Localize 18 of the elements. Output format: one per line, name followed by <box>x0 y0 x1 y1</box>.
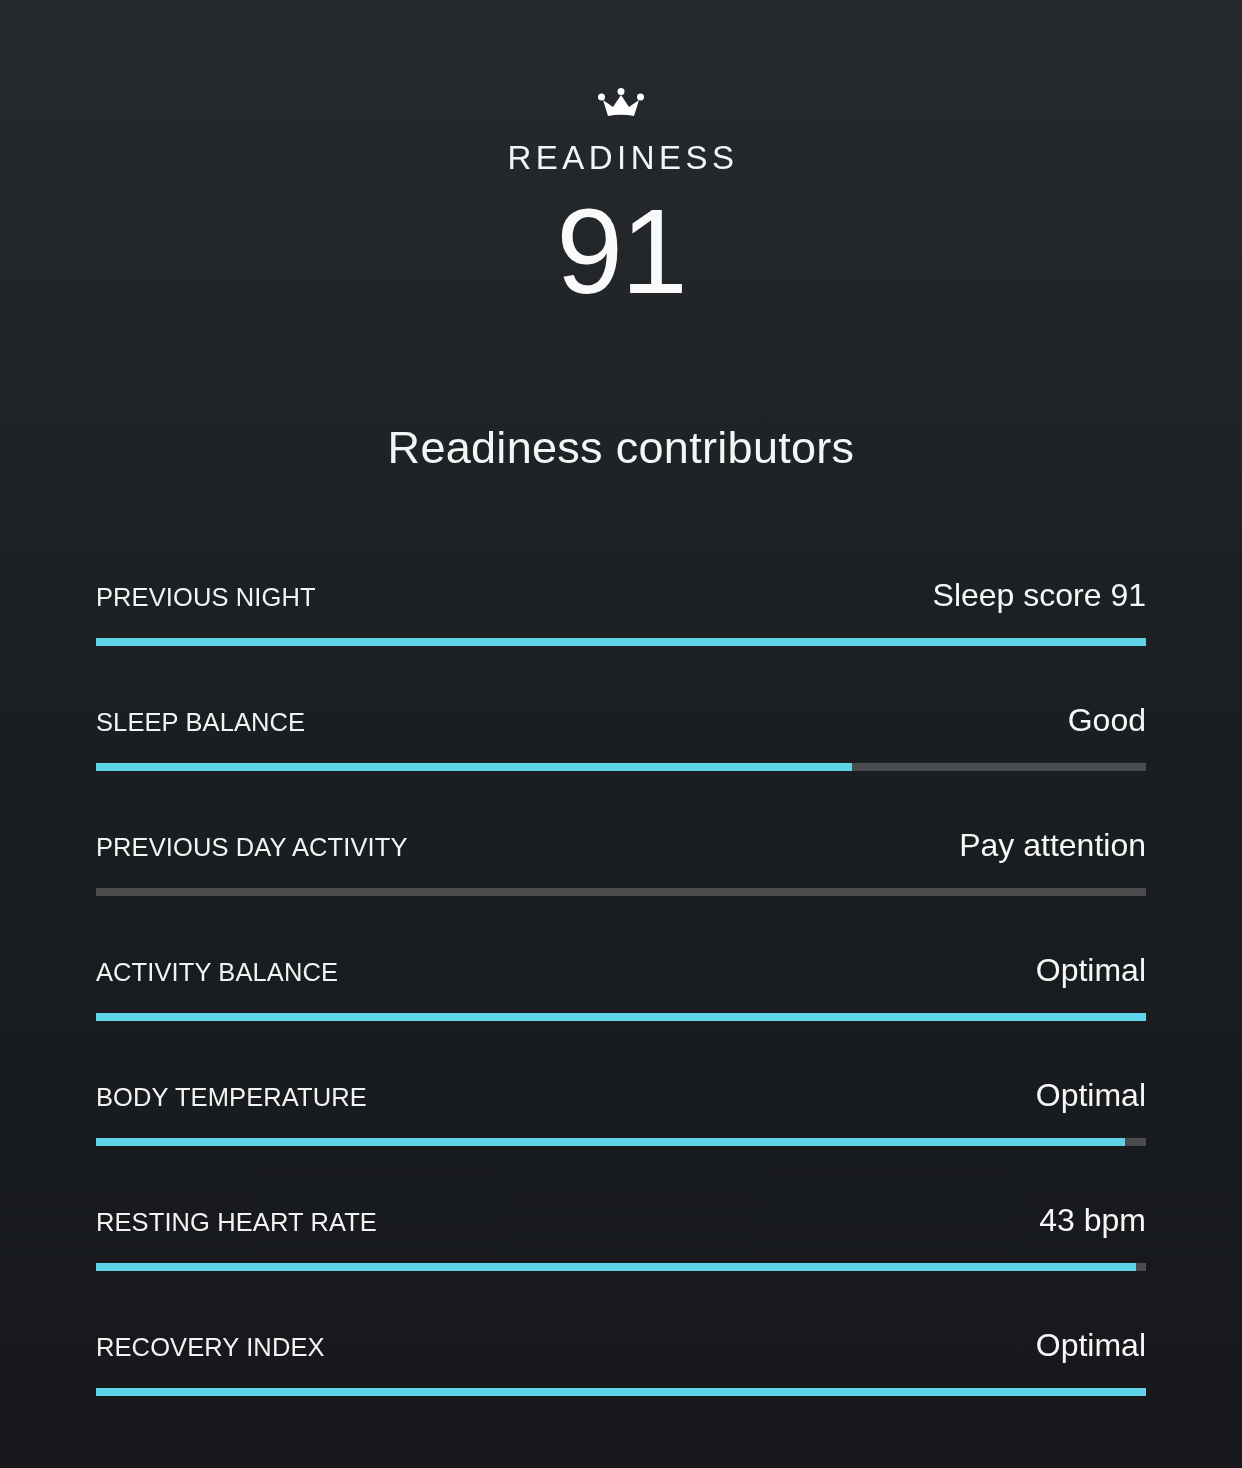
contributor-value: Optimal <box>1035 951 1146 990</box>
section-title: Readiness contributors <box>387 421 855 475</box>
readiness-title: READINESS <box>506 138 739 178</box>
contributor-value: Optimal <box>1035 1076 1146 1115</box>
contributor-label: RECOVERY INDEX <box>96 1332 325 1363</box>
crown-icon <box>598 88 644 118</box>
contributor-value: Good <box>1067 701 1146 740</box>
contributor-value: Pay attention <box>959 826 1146 865</box>
contributor-label: PREVIOUS NIGHT <box>96 582 316 613</box>
contributor-label: SLEEP BALANCE <box>96 707 306 738</box>
contributor-label: PREVIOUS DAY ACTIVITY <box>96 832 408 863</box>
readiness-score: 91 <box>556 191 686 311</box>
contributor-label: BODY TEMPERATURE <box>96 1082 367 1113</box>
contributor-label: ACTIVITY BALANCE <box>96 957 339 988</box>
contributor-value: Sleep score 91 <box>932 576 1146 615</box>
contributor-value: Optimal <box>1035 1326 1146 1365</box>
contributor-label: RESTING HEART RATE <box>96 1207 377 1238</box>
contributor-value: 43 bpm <box>1039 1201 1146 1240</box>
